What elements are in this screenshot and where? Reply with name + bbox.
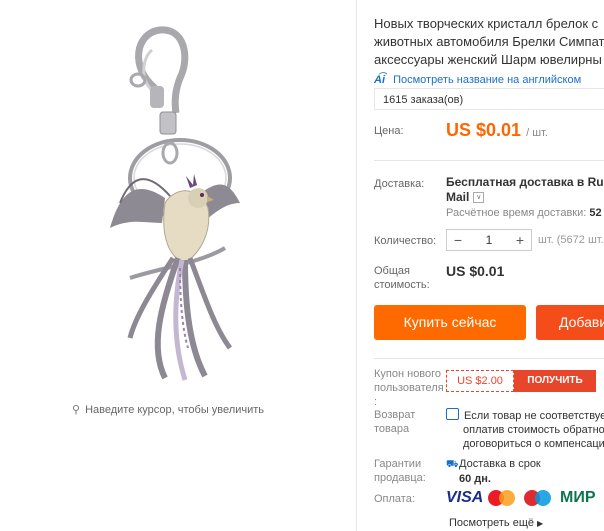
zoom-hint-text: Наведите курсор, чтобы увеличить xyxy=(85,404,264,416)
quantity-minus-button[interactable]: − xyxy=(447,230,469,250)
guarantee-label-line2: продавца: xyxy=(374,472,426,484)
translate-link-text: Посмотреть название на английском xyxy=(393,74,582,86)
delivery-time: Расчётное время доставки: 52 д xyxy=(446,207,604,219)
price-value: US $0.01 / шт. xyxy=(446,120,548,141)
see-more-text: Посмотреть ещё xyxy=(449,517,534,529)
payment-methods: VISA МИР xyxy=(446,489,596,507)
title-line: Новых творческих кристалл брелок с xyxy=(374,16,599,31)
guarantee-label: Гарантии продавца: xyxy=(374,457,426,485)
translate-title-link[interactable]: A͡i Посмотреть название на английском xyxy=(374,74,581,86)
add-to-cart-button[interactable]: Добави xyxy=(536,305,604,340)
product-details: Новых творческих кристалл брелок с живот… xyxy=(374,0,604,531)
guarantee-text: ⛟Доставка в срок 60 дн. xyxy=(446,457,541,487)
guarantee-text-line2: 60 дн. xyxy=(459,473,491,485)
coupon-label: Купон нового пользователя : xyxy=(374,367,444,409)
returns-text: Если товар не соответствует оплатив стои… xyxy=(446,408,604,451)
chevron-right-icon: ▶ xyxy=(537,519,544,528)
returns-text-line3: договориться о компенсаци xyxy=(463,438,604,450)
mir-logo: МИР xyxy=(560,489,596,506)
coupon-label-line2: пользователя xyxy=(374,382,444,394)
coupon-label-line1: Купон нового xyxy=(374,368,442,380)
quantity-label: Количество: xyxy=(374,235,437,247)
shipping-label: Доставка: xyxy=(374,178,425,190)
stock-available: шт. (5672 шт. xyxy=(538,234,604,246)
product-image[interactable] xyxy=(90,18,270,388)
guarantee-text-line1: Доставка в срок xyxy=(459,458,541,470)
quantity-stepper: − 1 + xyxy=(446,229,532,251)
total-label-line2: стоимость: xyxy=(374,279,430,291)
translate-icon: A͡i xyxy=(374,74,385,86)
quantity-input[interactable]: 1 xyxy=(469,230,509,250)
quantity-plus-button[interactable]: + xyxy=(509,230,531,250)
return-policy-icon xyxy=(446,408,459,420)
product-title: Новых творческих кристалл брелок с живот… xyxy=(374,15,604,69)
see-more-payment-link[interactable]: Посмотреть ещё ▶ xyxy=(449,517,543,529)
total-value: US $0.01 xyxy=(446,263,505,279)
shipping-method-line1: Бесплатная доставка в Russian xyxy=(446,175,604,189)
column-divider xyxy=(356,0,357,531)
total-label-line1: Общая xyxy=(374,265,410,277)
coupon-amount: US $2.00 xyxy=(446,370,514,392)
returns-text-line1: Если товар не соответствует xyxy=(464,410,604,422)
payment-label: Оплата: xyxy=(374,493,415,505)
shipping-method-line2: Mail xyxy=(446,190,470,204)
chevron-down-icon[interactable]: ∨ xyxy=(473,192,485,204)
buy-now-button[interactable]: Купить сейчас xyxy=(374,305,526,340)
returns-label: Возврат товара xyxy=(374,408,415,436)
returns-label-line1: Возврат xyxy=(374,409,416,421)
maestro-logo xyxy=(524,489,554,507)
price-label: Цена: xyxy=(374,125,404,137)
delivery-time-value: 52 д xyxy=(589,207,604,219)
magnifier-icon: ⚲ xyxy=(71,404,81,416)
returns-label-line2: товара xyxy=(374,423,410,435)
returns-text-line2: оплатив стоимость обратной xyxy=(463,424,604,436)
price-unit: / шт. xyxy=(526,127,548,139)
visa-logo: VISA xyxy=(446,489,484,506)
title-line: аксессуары женский Шарм ювелирны xyxy=(374,52,602,67)
orders-count: 1615 заказа(ов) xyxy=(374,88,604,110)
divider xyxy=(374,358,604,359)
delivery-time-label: Расчётное время доставки: xyxy=(446,207,587,219)
zoom-hint: ⚲ Наведите курсор, чтобы увеличить xyxy=(70,403,264,416)
mastercard-logo xyxy=(488,489,518,507)
divider xyxy=(374,160,604,161)
shipping-method[interactable]: Бесплатная доставка в Russian Mail∨ xyxy=(446,175,604,205)
total-label: Общая стоимость: xyxy=(374,264,430,292)
coupon-label-line3: : xyxy=(374,396,378,408)
guarantee-label-line1: Гарантии xyxy=(374,458,422,470)
product-gallery: ⚲ Наведите курсор, чтобы увеличить xyxy=(0,0,356,531)
title-line: животных автомобиля Брелки Симпат xyxy=(374,34,604,49)
delivery-truck-icon: ⛟ xyxy=(446,459,459,470)
get-coupon-button[interactable]: ПОЛУЧИТЬ xyxy=(514,370,596,392)
price-amount: US $0.01 xyxy=(446,120,522,140)
